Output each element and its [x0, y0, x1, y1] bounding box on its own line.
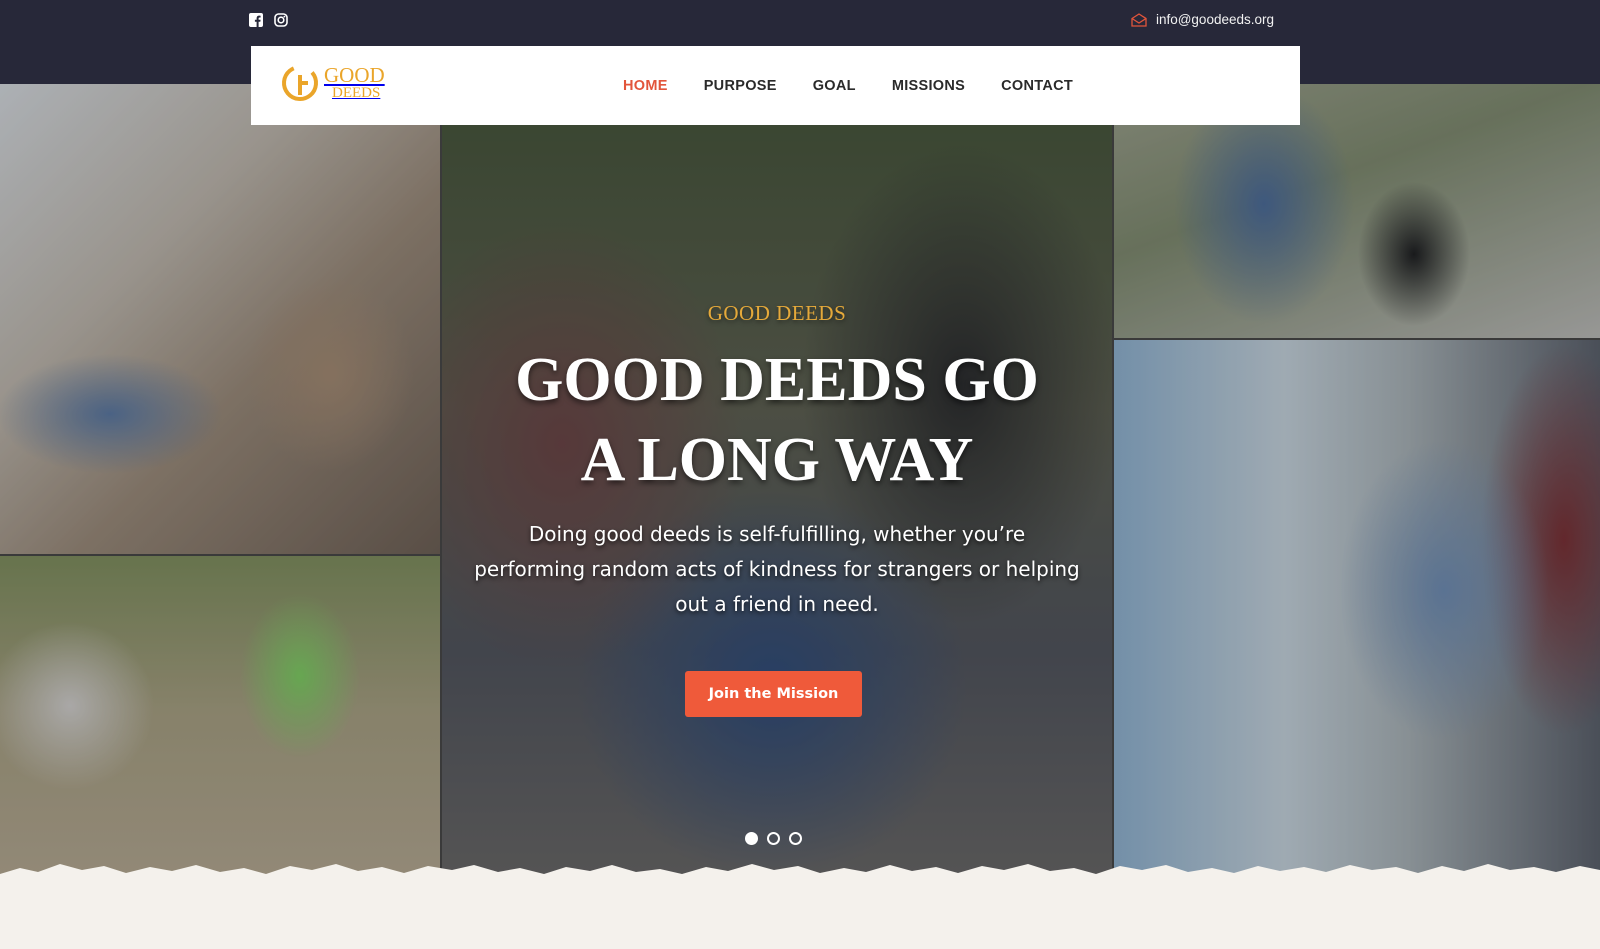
headline-line-2: A LONG WAY: [580, 426, 974, 494]
subtext-line-3: out a friend in need.: [675, 592, 879, 616]
main-menu: HOME PURPOSE GOAL MISSIONS CONTACT: [623, 46, 1073, 125]
subtext-line-1: Doing good deeds is self-fulfilling, whe…: [528, 522, 1026, 546]
instagram-icon[interactable]: [274, 13, 288, 27]
header-nav: GOOD DEEDS HOME PURPOSE GOAL MISSIONS CO…: [251, 46, 1300, 125]
envelope-icon: [1131, 12, 1147, 27]
nav-missions[interactable]: MISSIONS: [892, 78, 965, 94]
nav-contact[interactable]: CONTACT: [1001, 78, 1073, 94]
subtext-line-2: performing random acts of kindness for s…: [474, 557, 1080, 581]
photo-wheelchair-support: [1114, 340, 1600, 894]
facebook-icon[interactable]: [249, 13, 263, 27]
photo-donation-clothes: [0, 84, 440, 554]
email-text: info@goodeeds.org: [1155, 12, 1274, 27]
logo-text: GOOD DEEDS: [324, 65, 385, 101]
social-links: [249, 13, 288, 27]
hero-headline: GOOD DEEDS GO A LONG WAY: [442, 340, 1112, 500]
logo-word-deeds: DEEDS: [332, 85, 381, 101]
contact-email[interactable]: info@goodeeds.org: [1131, 12, 1274, 27]
hero-eyebrow: GOOD DEEDS: [707, 301, 847, 325]
carousel-dot-1[interactable]: [745, 832, 758, 845]
nav-purpose[interactable]: PURPOSE: [704, 78, 777, 94]
carousel-dots: [745, 832, 802, 845]
join-mission-button[interactable]: Join the Mission: [685, 671, 862, 717]
logo-word-good: GOOD: [324, 63, 385, 87]
nav-goal[interactable]: GOAL: [813, 78, 856, 94]
logo-mark-icon: [282, 65, 318, 101]
torn-paper-divider: [0, 864, 1600, 949]
carousel-dot-2[interactable]: [767, 832, 780, 845]
nav-home[interactable]: HOME: [623, 78, 668, 94]
hero-subtext: Doing good deeds is self-fulfilling, whe…: [442, 517, 1112, 622]
headline-line-1: GOOD DEEDS GO: [515, 346, 1039, 414]
brand-logo[interactable]: GOOD DEEDS: [280, 63, 385, 103]
photo-helping-stretch: [0, 556, 440, 894]
carousel-dot-3[interactable]: [789, 832, 802, 845]
